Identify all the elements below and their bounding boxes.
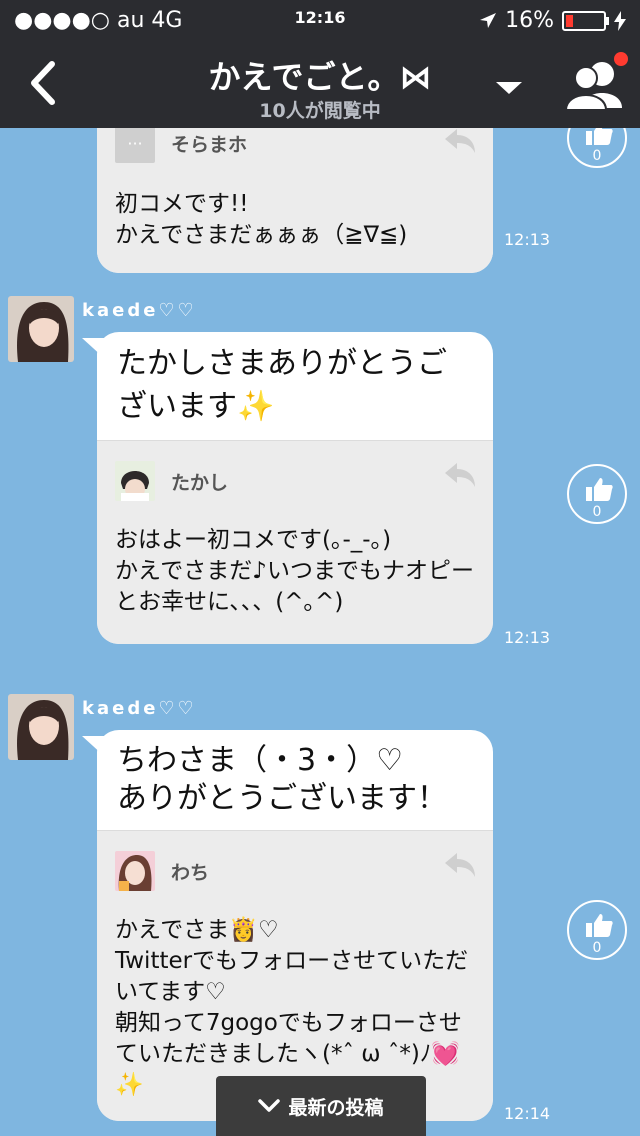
poster-name: kaede♡♡ — [82, 300, 197, 321]
battery-percent: 16% — [505, 8, 554, 33]
dropdown-triangle-icon[interactable] — [496, 80, 522, 96]
reply-author: ··· そらまホ — [97, 128, 493, 171]
post-time: 12:13 — [504, 230, 551, 249]
thumbs-up-icon — [586, 478, 613, 501]
like-count: 0 — [592, 504, 602, 520]
status-right: 16% — [479, 8, 626, 33]
reply-quote[interactable]: たかし おはよー初コメです(｡-_-｡) かえでさまだ♪いつまでもナオピーとお幸… — [97, 440, 493, 644]
poster-name: kaede♡♡ — [82, 698, 197, 719]
reply-name: わち — [171, 861, 210, 884]
reply-name: そらまホ — [171, 133, 248, 156]
avatar: ··· — [115, 128, 155, 163]
like-count: 0 — [592, 148, 602, 164]
post-feed[interactable]: ··· そらまホ 初コメです!! かえでさまだぁぁぁ（≧∇≦) 12:13 0 … — [0, 128, 640, 1136]
thumbs-up-icon — [586, 128, 613, 145]
like-button[interactable]: 0 — [567, 128, 627, 168]
nav-bar: かえでごと。⋈ 10人が閲覧中 — [0, 40, 640, 128]
reply-author: たかし — [97, 441, 493, 509]
poster-avatar[interactable] — [8, 296, 74, 362]
reply-text: おはよー初コメです(｡-_-｡) かえでさまだ♪いつまでもナオピーとお幸せに、、… — [115, 527, 474, 615]
page-title: かえでごと。⋈ — [208, 58, 432, 96]
status-bar: ●●●●○ au 4G 12:16 16% — [0, 0, 640, 40]
reply-author: わち — [97, 831, 493, 899]
new-posts-label: 最新の投稿 — [288, 1096, 384, 1119]
post-text: たかしさまありがとうございます✨ — [117, 346, 447, 424]
battery-icon — [562, 10, 609, 31]
new-posts-button[interactable]: 最新の投稿 — [216, 1076, 426, 1136]
viewer-count: 10人が閲覧中 — [259, 100, 381, 122]
post-time: 12:13 — [504, 628, 551, 647]
reply-text: 初コメです!! かえでさまだぁぁぁ（≧∇≦) — [115, 191, 408, 248]
poster-avatar[interactable] — [8, 694, 74, 760]
reply-quote[interactable]: ··· そらまホ 初コメです!! かえでさまだぁぁぁ（≧∇≦) — [97, 128, 493, 273]
post-bubble[interactable]: ちわさま（・3・）♡ ありがとうございます！ わち かえでさま👸♡ Twitte… — [97, 730, 493, 1121]
reply-arrow-icon[interactable] — [443, 461, 477, 489]
reply-arrow-icon[interactable] — [443, 851, 477, 879]
notification-dot — [614, 52, 628, 66]
reply-name: たかし — [171, 471, 229, 494]
reply-arrow-icon[interactable] — [443, 128, 477, 155]
post-text: ちわさま（・3・）♡ ありがとうございます！ — [117, 743, 447, 816]
like-button[interactable]: 0 — [567, 900, 627, 960]
like-button[interactable]: 0 — [567, 464, 627, 524]
like-count: 0 — [592, 940, 602, 956]
charging-icon — [614, 10, 626, 31]
post-bubble[interactable]: ··· そらまホ 初コメです!! かえでさまだぁぁぁ（≧∇≦) — [97, 128, 493, 273]
post-bubble[interactable]: たかしさまありがとうございます✨ たかし おはよー初コメです(｡-_-｡) かえ… — [97, 332, 493, 644]
avatar — [115, 461, 155, 501]
post-time: 12:14 — [504, 1104, 551, 1123]
thumbs-up-icon — [586, 914, 613, 937]
location-arrow-icon — [480, 12, 497, 28]
avatar — [115, 851, 155, 891]
chevron-down-icon — [258, 1099, 281, 1112]
